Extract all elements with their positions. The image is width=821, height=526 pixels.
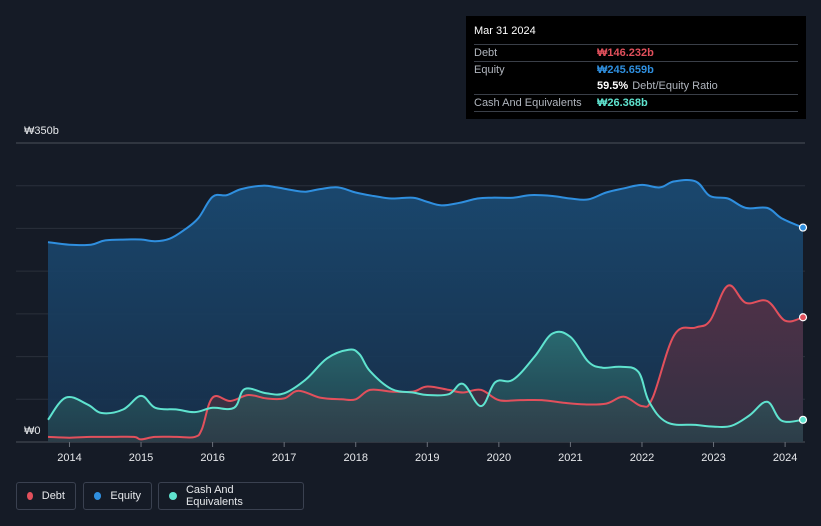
x-tick-label: 2016 xyxy=(200,452,224,464)
legend-debt-label: Debt xyxy=(41,490,65,502)
tooltip-debt-row: Debt ₩146.232b xyxy=(474,44,798,61)
x-tick-label: 2015 xyxy=(129,452,153,464)
tooltip-equity-label: Equity xyxy=(474,64,505,76)
tooltip-ratio-row: 59.5% Debt/Equity Ratio xyxy=(474,78,798,94)
y-axis-top-label: ₩350b xyxy=(24,125,59,137)
cash-endpoint xyxy=(798,415,808,424)
legend-cash-label: Cash And Equivalents xyxy=(185,484,243,508)
legend-cash-dot xyxy=(169,492,177,500)
tooltip-date: Mar 31 2024 xyxy=(474,25,536,37)
debt-endpoint xyxy=(798,313,808,322)
tooltip-cash-value: ₩26.368b xyxy=(597,97,648,109)
legend-cash[interactable]: Cash And Equivalents xyxy=(158,482,304,510)
legend-debt[interactable]: Debt xyxy=(16,482,76,510)
tooltip-cash-label: Cash And Equivalents xyxy=(474,97,582,109)
legend-equity[interactable]: Equity xyxy=(83,482,152,510)
x-tick-label: 2022 xyxy=(630,452,654,464)
tooltip-ratio-label: Debt/Equity Ratio xyxy=(632,80,718,92)
tooltip-debt-label: Debt xyxy=(474,47,498,59)
legend-equity-label: Equity xyxy=(110,490,141,502)
tooltip-equity-row: Equity ₩245.659b xyxy=(474,61,798,78)
tooltip-cash-row: Cash And Equivalents ₩26.368b xyxy=(474,94,798,111)
data-tooltip: Mar 31 2024 Debt ₩146.232b Equity ₩245.6… xyxy=(466,16,806,119)
x-tick-label: 2018 xyxy=(343,452,367,464)
x-axis-ticks: 2014 2015 2016 2017 2018 2019 2020 2021 2022 2023… xyxy=(57,442,797,464)
x-tick-label: 2020 xyxy=(487,452,511,464)
series-areas xyxy=(48,179,803,442)
x-tick-label: 2017 xyxy=(272,452,296,464)
x-tick-label: 2023 xyxy=(701,452,725,464)
x-tick-label: 2014 xyxy=(57,452,81,464)
equity-endpoint xyxy=(798,223,808,232)
y-axis-bottom-label: ₩0 xyxy=(24,425,41,437)
x-tick-label: 2019 xyxy=(415,452,439,464)
tooltip-ratio-value: 59.5% xyxy=(597,80,629,92)
legend-debt-dot xyxy=(27,492,33,500)
tooltip-debt-value: ₩146.232b xyxy=(597,47,654,59)
tooltip-equity-value: ₩245.659b xyxy=(597,64,654,76)
x-tick-label: 2024 xyxy=(773,452,797,464)
legend-equity-dot xyxy=(94,492,102,500)
x-tick-label: 2021 xyxy=(558,452,582,464)
